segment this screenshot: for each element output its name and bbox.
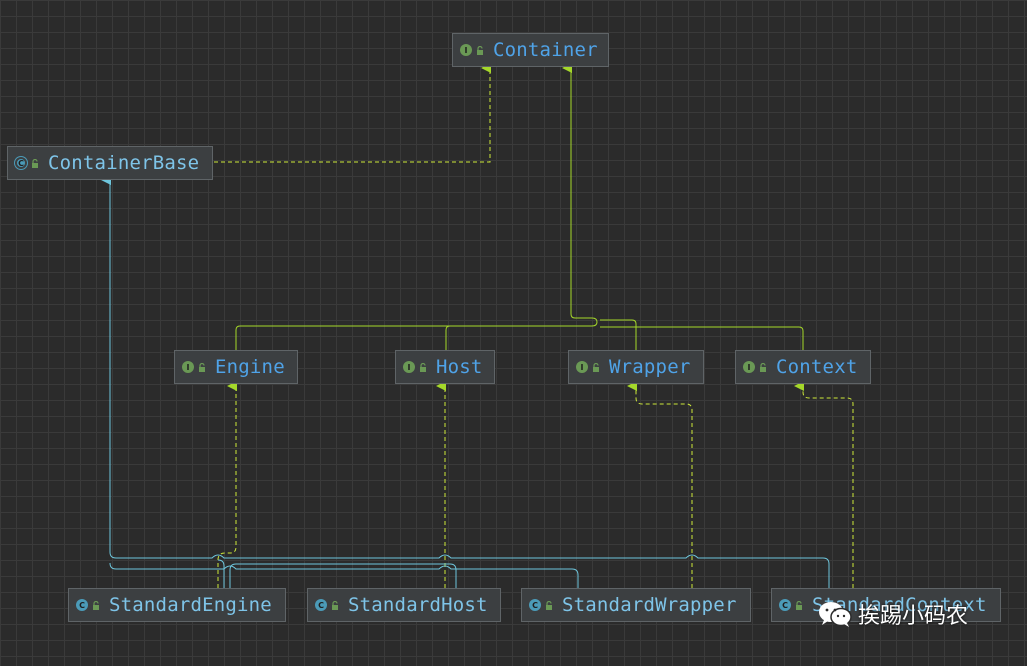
watermark-text: 挨踢小码农 xyxy=(858,604,969,629)
interface-icon: I xyxy=(182,361,194,373)
lock-icon xyxy=(796,600,802,610)
node-context[interactable]: I Context xyxy=(735,350,871,384)
edge-wrapper-container xyxy=(600,319,637,350)
wechat-icon xyxy=(819,602,852,627)
lock-icon xyxy=(420,362,426,372)
edge-standardcontext-containerbase xyxy=(109,182,830,588)
lock-icon xyxy=(93,600,99,610)
interface-icon: I xyxy=(743,361,755,373)
node-standardwrapper[interactable]: C StandardWrapper xyxy=(521,588,751,622)
node-host[interactable]: I Host xyxy=(395,350,495,384)
node-standardengine[interactable]: C StandardEngine xyxy=(68,588,286,622)
lock-icon xyxy=(32,158,38,168)
lock-icon xyxy=(332,600,338,610)
abstract-class-icon: C xyxy=(15,157,27,169)
class-icon: C xyxy=(315,599,327,611)
node-label: StandardWrapper xyxy=(562,594,737,616)
interface-icon: I xyxy=(460,44,472,56)
node-wrapper[interactable]: I Wrapper xyxy=(568,350,704,384)
interface-icon: I xyxy=(576,361,588,373)
node-label: StandardEngine xyxy=(109,594,272,616)
node-label: Host xyxy=(436,356,483,378)
node-standardhost[interactable]: C StandardHost xyxy=(307,588,501,622)
edge-host-container xyxy=(445,325,451,350)
node-label: Engine xyxy=(215,356,285,378)
lock-icon xyxy=(593,362,599,372)
node-label: Context xyxy=(776,356,858,378)
node-label: Container xyxy=(493,39,598,61)
edge-standardwrapper-containerbase xyxy=(109,562,579,588)
lock-icon xyxy=(477,45,483,55)
node-label: ContainerBase xyxy=(48,152,200,174)
edge-context-container xyxy=(600,326,804,350)
node-label: StandardHost xyxy=(348,594,488,616)
lock-icon xyxy=(760,362,766,372)
node-container[interactable]: I Container xyxy=(452,33,609,67)
interface-icon: I xyxy=(403,361,415,373)
edge-standardengine-containerbase xyxy=(217,559,225,588)
lock-icon xyxy=(199,362,205,372)
node-containerbase[interactable]: C ContainerBase xyxy=(7,146,213,180)
diagram-edges xyxy=(101,63,854,588)
edge-engine-container xyxy=(235,70,598,350)
class-icon: C xyxy=(779,599,791,611)
class-icon: C xyxy=(529,599,541,611)
lock-icon xyxy=(546,600,552,610)
watermark: 挨踢小码农 xyxy=(818,598,968,630)
node-engine[interactable]: I Engine xyxy=(174,350,298,384)
edge-containerbase-container xyxy=(214,70,491,163)
node-label: Wrapper xyxy=(609,356,691,378)
class-icon: C xyxy=(76,599,88,611)
edge-standardhost-containerbase xyxy=(229,563,457,588)
